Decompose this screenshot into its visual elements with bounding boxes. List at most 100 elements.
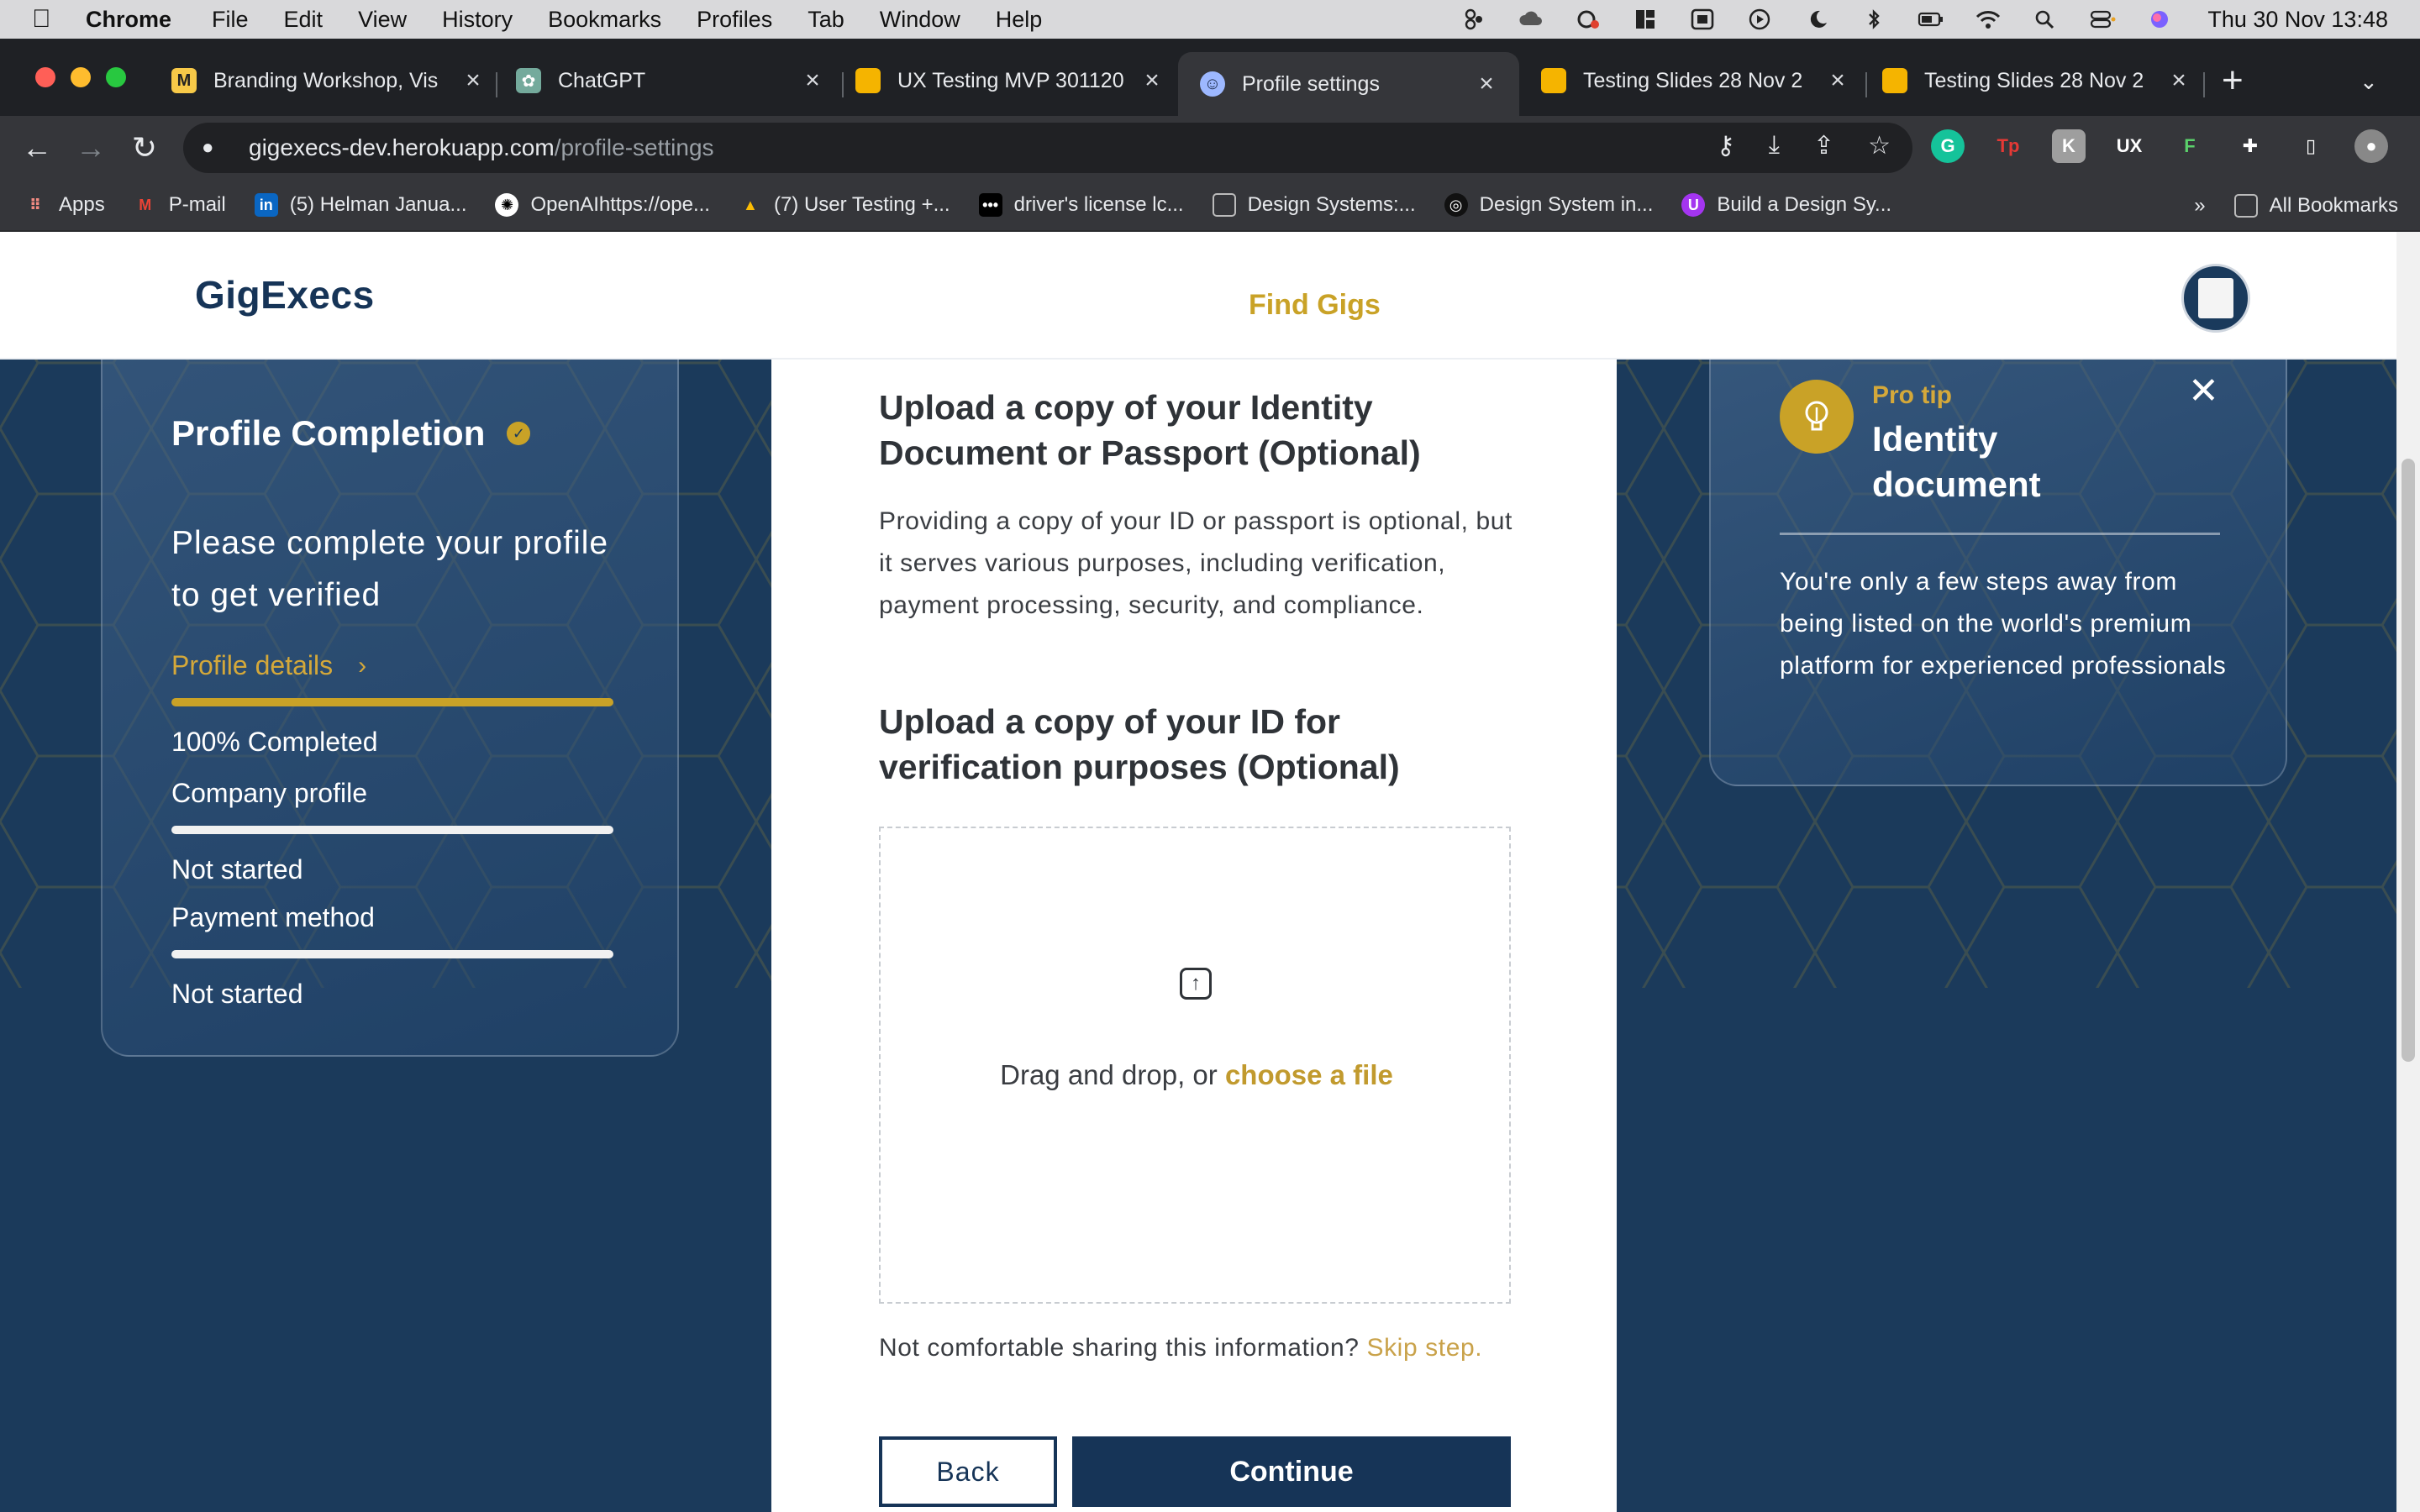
scrollbar-thumb[interactable] <box>2402 459 2415 1062</box>
menu-history[interactable]: History <box>442 7 513 33</box>
tab-testing-slides-1[interactable]: Testing Slides 28 Nov 2 × <box>1541 57 1849 104</box>
folder-icon <box>2233 194 2258 218</box>
nav-find-gigs[interactable]: Find Gigs <box>1249 289 1381 322</box>
tp-extension-icon[interactable]: Tp <box>1991 129 2025 163</box>
slides-icon <box>855 68 881 93</box>
menubar-clock[interactable]: Thu 30 Nov 13:48 <box>2207 7 2388 33</box>
extensions-bar: G Tp K UX F ✚ ▯ ● ⋮ <box>1931 129 2420 163</box>
close-tab-icon[interactable]: × <box>802 66 823 95</box>
continue-button[interactable]: Continue <box>1072 1436 1511 1507</box>
office-icon[interactable] <box>1688 8 1717 30</box>
figma-icon[interactable] <box>1460 8 1488 30</box>
menu-edit[interactable]: Edit <box>284 7 324 33</box>
menu-profiles[interactable]: Profiles <box>697 7 772 33</box>
step-payment-method[interactable]: Payment method Not started <box>171 902 613 1010</box>
close-tab-icon[interactable]: × <box>1827 66 1849 95</box>
bookmark-apps[interactable]: ⠿ Apps <box>24 193 105 217</box>
forward-arrow-icon[interactable]: → <box>71 128 111 168</box>
creative-cloud-icon[interactable] <box>1574 8 1602 30</box>
close-tab-icon[interactable]: × <box>462 66 484 95</box>
step-label[interactable]: Payment method <box>171 902 613 933</box>
bluetooth-icon[interactable] <box>1860 8 1888 30</box>
side-panel-icon[interactable]: ▯ <box>2294 129 2328 163</box>
install-icon[interactable]: ⤓ <box>1769 131 1780 160</box>
tab-profile-settings[interactable]: ☺ Profile settings × <box>1178 52 1519 116</box>
profile-completion-panel: Profile Completion ✓ Please complete you… <box>101 360 679 1057</box>
close-tab-icon[interactable]: × <box>1141 66 1163 95</box>
grammarly-icon[interactable]: G <box>1931 129 1965 163</box>
skip-step-link[interactable]: Skip step. <box>1366 1334 1482 1362</box>
step-profile-details[interactable]: Profile details › 100% Completed <box>171 650 613 758</box>
bookmarks-overflow-icon[interactable]: » <box>2194 194 2205 218</box>
ux-extension-icon[interactable]: UX <box>2112 129 2146 163</box>
layout-icon[interactable] <box>1631 8 1660 30</box>
menu-window[interactable]: Window <box>880 7 960 33</box>
menu-view[interactable]: View <box>358 7 407 33</box>
tab-title: ChatGPT <box>558 68 646 92</box>
page-scrollbar[interactable] <box>2396 232 2420 1512</box>
menu-tab[interactable]: Tab <box>808 7 844 33</box>
menu-app-chrome[interactable]: Chrome <box>86 7 171 33</box>
k-extension-icon[interactable]: K <box>2052 129 2086 163</box>
moon-icon[interactable] <box>1802 8 1831 30</box>
zoom-window-button[interactable] <box>106 67 126 87</box>
address-bar[interactable]: ● gigexecs-dev.herokuapp.com/profile-set… <box>183 123 1912 173</box>
tab-search-chevron-icon[interactable]: ⌄ <box>2360 69 2378 95</box>
puzzle-extensions-icon[interactable]: ✚ <box>2233 129 2267 163</box>
close-window-button[interactable] <box>35 67 55 87</box>
bookmark-design-system-in[interactable]: ◎ Design System in... <box>1444 193 1653 217</box>
choose-file-link[interactable]: choose a file <box>1225 1059 1393 1090</box>
upload-id-form: Upload a copy of your Identity Document … <box>771 360 1617 1512</box>
wifi-icon[interactable] <box>1974 8 2002 30</box>
step-company-profile[interactable]: Company profile Not started <box>171 778 613 885</box>
menu-bookmarks[interactable]: Bookmarks <box>548 7 661 33</box>
new-tab-button[interactable]: + <box>2222 62 2244 99</box>
bookmark-build-design-system[interactable]: U Build a Design Sy... <box>1681 193 1891 217</box>
minimize-window-button[interactable] <box>71 67 91 87</box>
apps-grid-icon: ⠿ <box>29 196 42 213</box>
star-icon[interactable]: ☆ <box>1868 131 1891 160</box>
tab-branding-workshop[interactable]: M Branding Workshop, Vis × <box>171 57 484 104</box>
menu-help[interactable]: Help <box>996 7 1043 33</box>
close-tab-icon[interactable]: × <box>1476 70 1497 98</box>
bookmark-drivers-license[interactable]: ••• driver's license lc... <box>978 193 1184 217</box>
bookmark-linkedin[interactable]: in (5) Helman Janua... <box>254 193 466 217</box>
control-center-icon[interactable] <box>2088 8 2117 30</box>
status-area: Thu 30 Nov 13:48 <box>1460 0 2420 39</box>
bookmark-pmail[interactable]: M P-mail <box>134 193 226 217</box>
step-label[interactable]: Company profile <box>171 778 613 809</box>
cloud-icon[interactable] <box>1517 8 1545 30</box>
battery-icon[interactable] <box>1917 8 1945 30</box>
square-icon <box>1212 193 1236 217</box>
tab-chatgpt[interactable]: ✿ ChatGPT × <box>516 57 823 104</box>
profile-avatar-icon[interactable]: ● <box>2354 129 2388 163</box>
menu-file[interactable]: File <box>212 7 249 33</box>
all-bookmarks[interactable]: All Bookmarks <box>2233 194 2398 218</box>
step-label[interactable]: Profile details › <box>171 650 613 681</box>
back-arrow-icon[interactable]: ← <box>17 128 57 168</box>
chrome-menu-icon[interactable]: ⋮ <box>2415 129 2420 163</box>
f-extension-icon[interactable]: F <box>2173 129 2207 163</box>
site-info-icon[interactable]: ● <box>202 136 227 160</box>
reload-icon[interactable]: ↻ <box>124 128 165 168</box>
tab-title: Testing Slides 28 Nov 2 <box>1583 68 1803 92</box>
close-tab-icon[interactable]: × <box>2168 66 2190 95</box>
bookmark-user-testing[interactable]: ▲ (7) User Testing +... <box>739 193 950 217</box>
share-icon[interactable]: ⇪ <box>1813 131 1834 160</box>
upload-icon: ↑ <box>1180 968 1212 1000</box>
bookmark-design-systems[interactable]: Design Systems:... <box>1212 193 1416 217</box>
file-dropzone[interactable]: ↑ Drag and drop, or choose a file <box>879 827 1511 1304</box>
tab-ux-testing[interactable]: UX Testing MVP 301120 × <box>855 57 1163 104</box>
user-avatar[interactable] <box>2181 264 2250 333</box>
tab-testing-slides-2[interactable]: Testing Slides 28 Nov 2 × <box>1882 57 2190 104</box>
back-button[interactable]: Back <box>879 1436 1057 1507</box>
gigexecs-logo[interactable]: GigExecs <box>195 272 375 318</box>
apple-icon[interactable]:  <box>32 5 57 34</box>
close-icon[interactable]: ✕ <box>2188 370 2219 412</box>
key-icon[interactable]: ⚷ <box>1717 131 1735 160</box>
play-icon[interactable] <box>1745 8 1774 30</box>
search-icon[interactable] <box>2031 8 2060 30</box>
siri-icon[interactable] <box>2145 8 2174 30</box>
bookmark-openai[interactable]: ✺ OpenAIhttps://ope... <box>495 193 710 217</box>
step-label-text: Company profile <box>171 778 367 808</box>
